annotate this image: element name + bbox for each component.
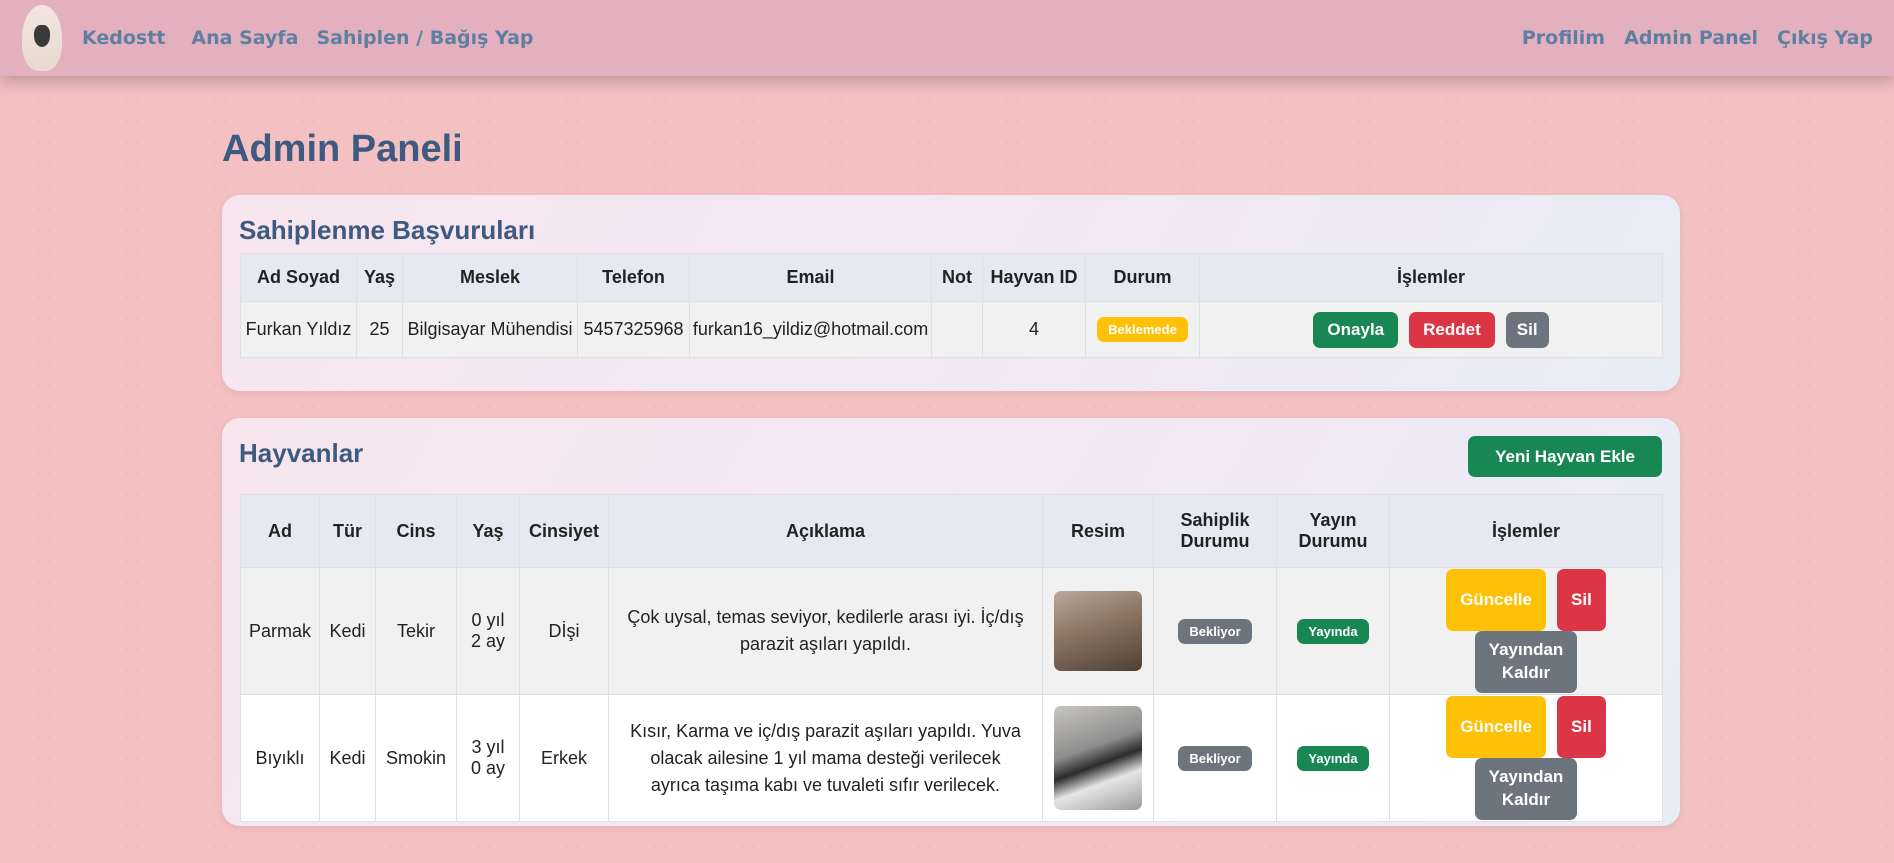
col-header: Telefon (577, 253, 690, 302)
cat-paw-logo[interactable] (22, 5, 62, 71)
delete-animal-button[interactable]: Sil (1557, 569, 1606, 631)
animal-name: Parmak (240, 567, 320, 695)
col-header: Yaş (356, 253, 403, 302)
publish-cell: Yayında (1276, 567, 1390, 695)
col-header: Hayvan ID (982, 253, 1086, 302)
applicant-job: Bilgisayar Mühendisi (402, 301, 578, 358)
animal-gender: Erkek (519, 694, 609, 822)
applicant-name: Furkan Yıldız (240, 301, 357, 358)
nav-home-link[interactable]: Ana Sayfa (191, 27, 298, 49)
ownership-cell: Bekliyor (1153, 694, 1277, 822)
col-header: Meslek (402, 253, 578, 302)
delete-animal-button[interactable]: Sil (1557, 696, 1606, 758)
publish-cell: Yayında (1276, 694, 1390, 822)
animal-description: Çok uysal, temas seviyor, kedilerle aras… (608, 567, 1043, 695)
publish-badge: Yayında (1297, 618, 1369, 644)
animal-name: Bıyıklı (240, 694, 320, 822)
animal-breed: Tekir (375, 567, 457, 695)
col-header: İşlemler (1389, 494, 1663, 568)
col-header: Durum (1085, 253, 1200, 302)
nav-profile-link[interactable]: Profilim (1522, 27, 1605, 49)
animals-card: Hayvanlar Yeni Hayvan Ekle Ad Tür Cins Y… (222, 418, 1680, 826)
applicant-phone: 5457325968 (577, 301, 690, 358)
applicant-note (931, 301, 983, 358)
col-header: Yaş (456, 494, 520, 568)
col-header: Yayın Durumu (1276, 494, 1390, 568)
animal-type: Kedi (319, 694, 376, 822)
applicant-pet-id: 4 (982, 301, 1086, 358)
header-line: Durumu (1298, 531, 1368, 551)
animals-table: Ad Tür Cins Yaş Cinsiyet Açıklama Resim … (240, 494, 1663, 822)
animal-age: 3 yıl 0 ay (456, 694, 520, 822)
image-cell (1042, 567, 1154, 695)
actions-cell: Güncelle Sil Yayından Kaldır (1389, 694, 1663, 822)
col-header: Resim (1042, 494, 1154, 568)
applications-title: Sahiplenme Başvuruları (239, 215, 536, 245)
col-header: Not (931, 253, 983, 302)
unpublish-line: Kaldır (1501, 663, 1551, 682)
approve-button[interactable]: Onayla (1313, 311, 1399, 348)
table-row: Parmak Kedi Tekir 0 yıl 2 ay Dİşi Çok uy… (240, 567, 1663, 695)
nav-logout-link[interactable]: Çıkış Yap (1777, 27, 1873, 49)
navbar: Kedostt Ana Sayfa Sahiplen / Bağış Yap P… (0, 0, 1894, 76)
actions-cell: Onayla Reddet Sil (1199, 301, 1663, 358)
col-header: Ad Soyad (240, 253, 357, 302)
col-header: Sahiplik Durumu (1153, 494, 1277, 568)
image-cell (1042, 694, 1154, 822)
applications-table: Ad Soyad Yaş Meslek Telefon Email Not Ha… (240, 253, 1663, 358)
col-header: Açıklama (608, 494, 1043, 568)
col-header: Cins (375, 494, 457, 568)
status-badge: Beklemede (1097, 317, 1188, 342)
table-header-row: Ad Tür Cins Yaş Cinsiyet Açıklama Resim … (240, 494, 1663, 568)
animal-type: Kedi (319, 567, 376, 695)
col-header: İşlemler (1199, 253, 1663, 302)
animal-photo (1054, 706, 1142, 810)
animal-description: Kısır, Karma ve iç/dış parazit aşıları y… (608, 694, 1043, 822)
unpublish-line: Yayından (1488, 767, 1564, 787)
page-title: Admin Paneli (222, 128, 463, 170)
nav-admin-link[interactable]: Admin Panel (1624, 27, 1758, 49)
add-animal-button[interactable]: Yeni Hayvan Ekle (1468, 436, 1662, 477)
unpublish-button[interactable]: Yayından Kaldır (1474, 758, 1578, 820)
animals-title: Hayvanlar (239, 438, 364, 468)
table-header-row: Ad Soyad Yaş Meslek Telefon Email Not Ha… (240, 253, 1663, 302)
delete-application-button[interactable]: Sil (1505, 311, 1549, 348)
animal-gender: Dİşi (519, 567, 609, 695)
col-header: Tür (319, 494, 376, 568)
ownership-badge: Bekliyor (1178, 745, 1252, 771)
age-years: 0 yıl (471, 610, 505, 630)
ownership-cell: Bekliyor (1153, 567, 1277, 695)
col-header: Email (689, 253, 932, 302)
header-line: Yayın (1309, 510, 1357, 530)
applicant-email: furkan16_yildiz@hotmail.com (689, 301, 932, 358)
animal-age: 0 yıl 2 ay (456, 567, 520, 695)
nav-adopt-link[interactable]: Sahiplen / Bağış Yap (316, 27, 533, 49)
reject-button[interactable]: Reddet (1409, 311, 1495, 348)
applicant-age: 25 (356, 301, 403, 358)
nav-right: Profilim Admin Panel Çıkış Yap (1522, 27, 1892, 49)
age-months: 0 ay (470, 758, 506, 778)
col-header: Cinsiyet (519, 494, 609, 568)
unpublish-line: Yayından (1488, 640, 1564, 660)
update-animal-button[interactable]: Güncelle (1446, 696, 1546, 758)
table-row: Bıyıklı Kedi Smokin 3 yıl 0 ay Erkek Kıs… (240, 694, 1663, 822)
brand-link[interactable]: Kedostt (82, 27, 165, 49)
col-header: Ad (240, 494, 320, 568)
unpublish-line: Kaldır (1501, 790, 1551, 809)
header-line: Durumu (1180, 531, 1250, 551)
ownership-badge: Bekliyor (1178, 618, 1252, 644)
unpublish-button[interactable]: Yayından Kaldır (1474, 631, 1578, 693)
status-cell: Beklemede (1085, 301, 1200, 358)
table-row: Furkan Yıldız 25 Bilgisayar Mühendisi 54… (240, 301, 1663, 358)
animal-breed: Smokin (375, 694, 457, 822)
update-animal-button[interactable]: Güncelle (1446, 569, 1546, 631)
age-years: 3 yıl (471, 737, 505, 757)
animal-photo (1054, 591, 1142, 671)
header-line: Sahiplik (1180, 510, 1250, 530)
publish-badge: Yayında (1297, 745, 1369, 771)
applications-card: Sahiplenme Başvuruları Ad Soyad Yaş Mesl… (222, 195, 1680, 391)
actions-cell: Güncelle Sil Yayından Kaldır (1389, 567, 1663, 695)
age-months: 2 ay (470, 631, 506, 651)
